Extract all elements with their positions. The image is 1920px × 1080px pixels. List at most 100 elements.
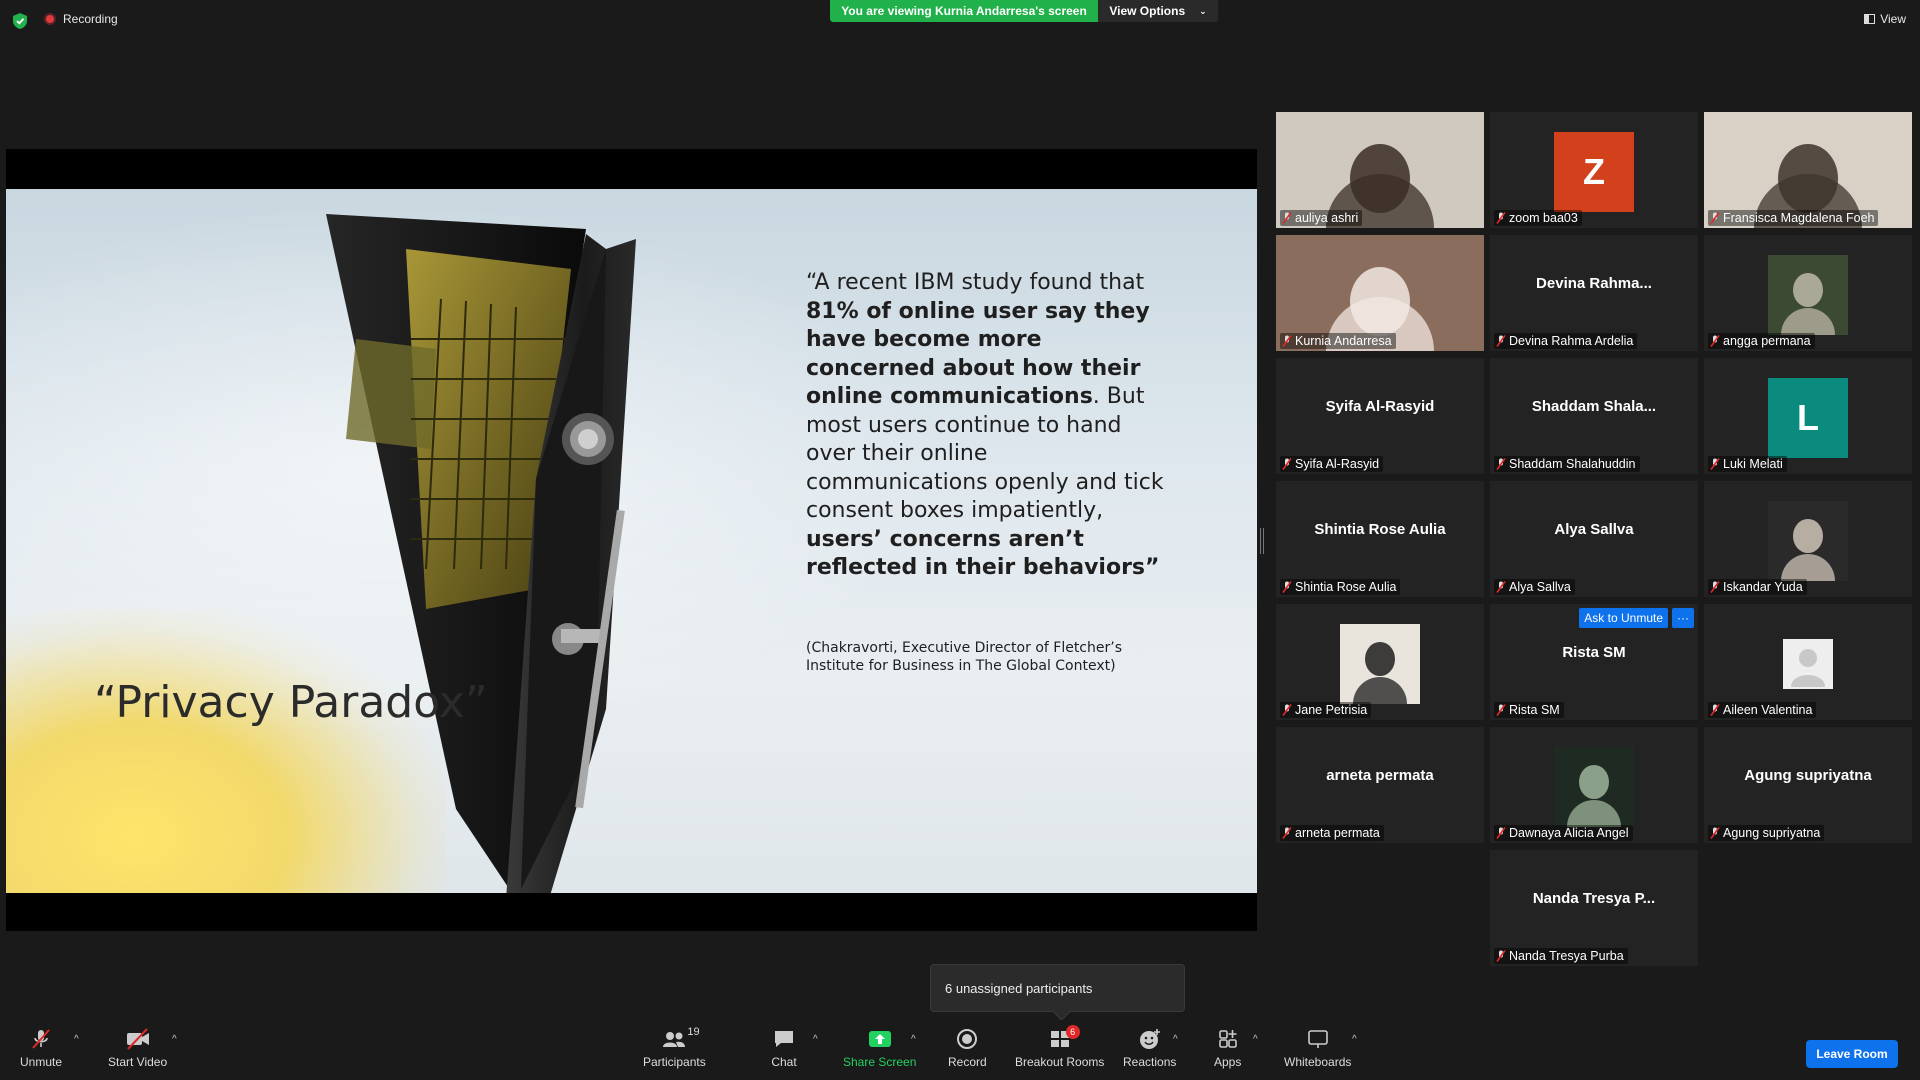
participant-tile[interactable]: auliya ashri xyxy=(1276,112,1484,228)
presentation-slide: “A recent IBM study found that 81% of on… xyxy=(6,189,1257,893)
video-options-caret-icon[interactable]: ^ xyxy=(172,1034,177,1045)
participant-name-label: Syifa Al-Rasyid xyxy=(1280,456,1384,472)
avatar: Z xyxy=(1554,132,1634,212)
participant-tile[interactable]: L Luki Melati xyxy=(1704,358,1912,474)
muted-microphone-icon xyxy=(1710,581,1720,593)
participant-tile[interactable]: Fransisca Magdalena Foeh xyxy=(1704,112,1912,228)
apps-button[interactable]: Apps xyxy=(1214,1028,1241,1069)
participant-video xyxy=(1768,501,1848,581)
quote-part-4: users’ concerns aren’t reflected in thei… xyxy=(806,526,1146,581)
quote-part-1: “A recent IBM study found that xyxy=(806,270,1145,295)
security-shield-icon[interactable] xyxy=(12,12,28,30)
apps-icon xyxy=(1215,1028,1241,1050)
reactions-button[interactable]: Reactions xyxy=(1123,1028,1176,1069)
muted-microphone-icon xyxy=(1282,458,1292,470)
participant-name-label: Nanda Tresya Purba xyxy=(1494,948,1628,964)
muted-microphone-icon xyxy=(1282,704,1292,716)
participant-tile[interactable]: Devina Rahma... Devina Rahma Ardelia xyxy=(1490,235,1698,351)
audio-options-caret-icon[interactable]: ^ xyxy=(74,1034,79,1045)
participant-name: Jane Petrisia xyxy=(1295,703,1368,717)
participant-tile[interactable]: Kurnia Andarresa xyxy=(1276,235,1484,351)
breakout-rooms-button[interactable]: 6 Breakout Rooms xyxy=(1015,1025,1104,1069)
muted-microphone-icon xyxy=(1496,704,1506,716)
participant-name-label: Agung supriyatna xyxy=(1708,825,1825,841)
participant-tile[interactable]: arneta permata arneta permata xyxy=(1276,727,1484,843)
unmute-button[interactable]: Unmute xyxy=(20,1028,62,1069)
participant-name: auliya ashri xyxy=(1295,211,1359,225)
slide-citation: (Chakravorti, Executive Director of Flet… xyxy=(806,640,1122,674)
view-options-label: View Options xyxy=(1109,4,1186,18)
participant-display-name: Syifa Al-Rasyid xyxy=(1325,398,1435,415)
muted-microphone-icon xyxy=(1496,950,1506,962)
participant-tile[interactable]: Shintia Rose Aulia Shintia Rose Aulia xyxy=(1276,481,1484,597)
ask-to-unmute-button[interactable]: Ask to Unmute xyxy=(1579,608,1668,628)
video-off-icon xyxy=(125,1028,151,1050)
resize-handle[interactable] xyxy=(1260,528,1264,554)
participant-name: Iskandar Yuda xyxy=(1723,580,1803,594)
muted-microphone-icon xyxy=(1282,212,1292,224)
record-label: Record xyxy=(948,1055,987,1069)
muted-microphone-icon xyxy=(1710,704,1720,716)
participant-tile[interactable]: Aileen Valentina xyxy=(1704,604,1912,720)
share-screen-icon xyxy=(867,1028,893,1050)
apps-caret-icon[interactable]: ^ xyxy=(1253,1034,1258,1045)
reactions-label: Reactions xyxy=(1123,1055,1177,1069)
muted-microphone-icon xyxy=(1496,212,1506,224)
participant-display-name: Rista SM xyxy=(1562,644,1626,661)
participants-button[interactable]: 19 Participants xyxy=(643,1026,706,1069)
avatar: L xyxy=(1768,378,1848,458)
participant-tile[interactable]: angga permana xyxy=(1704,235,1912,351)
participant-name-label: Rista SM xyxy=(1494,702,1564,718)
participant-tile[interactable]: Dawnaya Alicia Angel xyxy=(1490,727,1698,843)
participant-display-name: Shintia Rose Aulia xyxy=(1314,521,1446,538)
chat-options-caret-icon[interactable]: ^ xyxy=(813,1034,818,1045)
reactions-caret-icon[interactable]: ^ xyxy=(1173,1034,1178,1045)
participant-display-name: Shaddam Shala... xyxy=(1531,398,1657,415)
participant-name-label: Luki Melati xyxy=(1708,456,1787,472)
slide-quote: “A recent IBM study found that 81% of on… xyxy=(806,269,1166,583)
muted-microphone-icon xyxy=(1282,827,1292,839)
share-options-caret-icon[interactable]: ^ xyxy=(911,1034,916,1045)
whiteboard-icon xyxy=(1305,1028,1331,1050)
top-bar: Recording You are viewing Kurnia Andarre… xyxy=(0,0,1920,40)
view-button[interactable]: View xyxy=(1864,12,1906,26)
participant-video xyxy=(1554,747,1634,827)
participant-tile[interactable]: Syifa Al-Rasyid Syifa Al-Rasyid xyxy=(1276,358,1484,474)
whiteboards-caret-icon[interactable]: ^ xyxy=(1352,1034,1357,1045)
participant-name-label: Shaddam Shalahuddin xyxy=(1494,456,1640,472)
unmute-label: Unmute xyxy=(20,1055,63,1069)
chat-button[interactable]: Chat xyxy=(771,1028,797,1069)
participant-name-label: Iskandar Yuda xyxy=(1708,579,1807,595)
participant-name: Luki Melati xyxy=(1723,457,1783,471)
participant-video xyxy=(1340,624,1420,704)
view-options-button[interactable]: View Options ⌄ xyxy=(1098,0,1218,22)
participant-name-label: Devina Rahma Ardelia xyxy=(1494,333,1638,349)
unassigned-participants-tooltip: 6 unassigned participants xyxy=(930,964,1185,1012)
apps-label: Apps xyxy=(1214,1055,1242,1069)
laptop-safe-image xyxy=(326,214,636,893)
participant-tile[interactable]: Nanda Tresya P... Nanda Tresya Purba xyxy=(1490,850,1698,966)
record-icon xyxy=(954,1028,980,1050)
participant-name-label: Alya Sallva xyxy=(1494,579,1575,595)
participant-tile[interactable]: Zzoom baa03 xyxy=(1490,112,1698,228)
record-button[interactable]: Record xyxy=(948,1028,987,1069)
participant-tile[interactable]: Iskandar Yuda xyxy=(1704,481,1912,597)
leave-room-button[interactable]: Leave Room xyxy=(1806,1040,1898,1068)
participant-name-label: auliya ashri xyxy=(1280,210,1363,226)
participant-tile[interactable]: Jane Petrisia xyxy=(1276,604,1484,720)
participant-name: Devina Rahma Ardelia xyxy=(1509,334,1634,348)
recording-indicator[interactable]: Recording xyxy=(44,12,118,26)
more-options-button[interactable]: ··· xyxy=(1672,608,1694,628)
participant-tile[interactable]: Agung supriyatna Agung supriyatna xyxy=(1704,727,1912,843)
whiteboards-button[interactable]: Whiteboards xyxy=(1284,1028,1351,1069)
participant-name: Dawnaya Alicia Angel xyxy=(1509,826,1629,840)
participant-tile[interactable]: Shaddam Shala... Shaddam Shalahuddin xyxy=(1490,358,1698,474)
share-screen-button[interactable]: Share Screen xyxy=(843,1028,916,1069)
participants-icon: 19 xyxy=(661,1026,700,1050)
participant-name-label: Dawnaya Alicia Angel xyxy=(1494,825,1633,841)
start-video-button[interactable]: Start Video xyxy=(108,1028,167,1069)
viewing-screen-banner: You are viewing Kurnia Andarresa's scree… xyxy=(830,0,1098,22)
participant-tile[interactable]: Alya Sallva Alya Sallva xyxy=(1490,481,1698,597)
participant-tile[interactable]: Rista SM Ask to Unmute ··· Rista SM xyxy=(1490,604,1698,720)
participant-display-name: Devina Rahma... xyxy=(1536,275,1652,292)
